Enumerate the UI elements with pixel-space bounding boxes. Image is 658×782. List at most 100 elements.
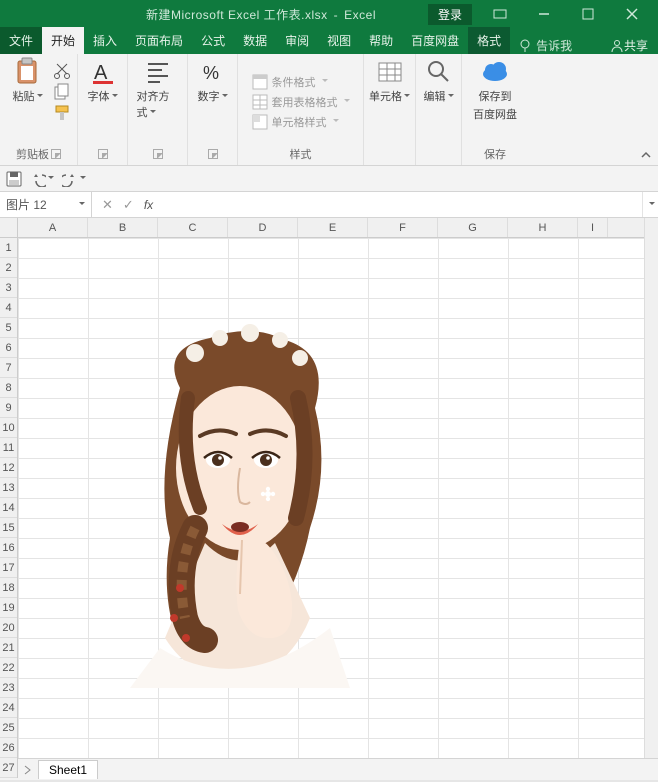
format-painter-icon[interactable] [53,104,71,122]
collapse-ribbon-button[interactable] [640,149,652,161]
person-icon [610,39,624,53]
tab-review[interactable]: 审阅 [276,27,318,54]
tab-home[interactable]: 开始 [42,27,84,54]
box-icon [493,7,507,21]
row-header[interactable]: 15 [0,518,17,538]
font-button[interactable]: A 字体 [82,58,124,104]
next-sheet-icon[interactable] [22,765,32,775]
col-header[interactable]: E [298,218,368,237]
paste-button[interactable]: 粘贴 [7,58,49,104]
row-header[interactable]: 5 [0,318,17,338]
font-icon: A [90,59,116,85]
number-launcher[interactable] [208,149,218,159]
row-header[interactable]: 13 [0,478,17,498]
col-header[interactable]: I [578,218,608,237]
tab-formulas[interactable]: 公式 [192,27,234,54]
group-alignment: 对齐方式 [128,54,188,165]
select-all-corner[interactable] [0,218,18,238]
chevron-down-icon [79,202,85,208]
ribbon-display-options-button[interactable] [478,2,522,26]
group-number: % 数字 [188,54,238,165]
title-bar: 新建Microsoft Excel 工作表.xlsx-Excel 登录 [0,0,658,28]
tab-help[interactable]: 帮助 [360,27,402,54]
font-launcher[interactable] [98,149,108,159]
conditional-formatting-button[interactable]: 条件格式 [250,73,352,91]
tab-file[interactable]: 文件 [0,27,42,54]
row-header[interactable]: 11 [0,438,17,458]
find-icon [426,59,452,85]
tab-baidu[interactable]: 百度网盘 [402,27,468,54]
tab-view[interactable]: 视图 [318,27,360,54]
col-header[interactable]: B [88,218,158,237]
row-header[interactable]: 10 [0,418,17,438]
fx-button[interactable]: fx [144,198,153,212]
share-button[interactable]: 共享 [600,37,658,54]
row-header[interactable]: 24 [0,698,17,718]
embedded-picture[interactable] [100,318,380,688]
row-header[interactable]: 21 [0,638,17,658]
col-header[interactable]: G [438,218,508,237]
col-header[interactable]: F [368,218,438,237]
row-header[interactable]: 22 [0,658,17,678]
vertical-scrollbar[interactable] [644,218,658,758]
cell-styles-button[interactable]: 单元格样式 [250,113,352,131]
align-launcher[interactable] [153,149,163,159]
row-header[interactable]: 4 [0,298,17,318]
row-header[interactable]: 18 [0,578,17,598]
cells-button[interactable]: 单元格 [369,58,411,104]
row-header[interactable]: 25 [0,718,17,738]
row-header[interactable]: 20 [0,618,17,638]
row-header[interactable]: 8 [0,378,17,398]
alignment-button[interactable]: 对齐方式 [137,58,179,120]
copy-icon[interactable] [53,83,71,101]
row-header[interactable]: 16 [0,538,17,558]
redo-button[interactable] [62,171,86,187]
clipboard-launcher[interactable] [51,149,61,159]
row-header[interactable]: 6 [0,338,17,358]
number-button[interactable]: % 数字 [192,58,234,104]
tell-me[interactable]: 告诉我 [510,37,580,54]
row-header[interactable]: 14 [0,498,17,518]
close-button[interactable] [610,2,654,26]
row-header[interactable]: 19 [0,598,17,618]
tab-pagelayout[interactable]: 页面布局 [126,27,192,54]
group-save: 保存到 百度网盘 保存 [462,54,528,165]
row-header[interactable]: 27 [0,758,17,778]
row-header[interactable]: 23 [0,678,17,698]
minimize-button[interactable] [522,2,566,26]
col-header[interactable]: H [508,218,578,237]
row-header[interactable]: 2 [0,258,17,278]
sheet-tab[interactable]: Sheet1 [38,760,98,779]
column-headers: A B C D E F G H I [18,218,644,238]
enter-formula-button[interactable]: ✓ [123,197,134,213]
login-button[interactable]: 登录 [428,4,472,25]
cancel-formula-button[interactable]: ✕ [102,197,113,213]
col-header[interactable]: C [158,218,228,237]
maximize-button[interactable] [566,2,610,26]
row-header[interactable]: 17 [0,558,17,578]
tab-data[interactable]: 数据 [234,27,276,54]
col-header[interactable]: A [18,218,88,237]
tab-format[interactable]: 格式 [468,27,510,54]
row-header[interactable]: 9 [0,398,17,418]
save-icon[interactable] [6,171,22,187]
save-to-baidu-button[interactable]: 保存到 百度网盘 [467,58,523,122]
undo-button[interactable] [30,171,54,187]
group-editing: 编辑 [416,54,462,165]
spreadsheet-grid[interactable]: A B C D E F G H I 1234567891011121314151… [0,218,658,758]
tab-insert[interactable]: 插入 [84,27,126,54]
lightbulb-icon [518,39,532,53]
portrait-image-icon [100,318,380,688]
row-header[interactable]: 7 [0,358,17,378]
name-box[interactable]: 图片 12 [0,192,92,217]
row-header[interactable]: 12 [0,458,17,478]
row-header[interactable]: 26 [0,738,17,758]
editing-button[interactable]: 编辑 [418,58,460,104]
row-header[interactable]: 1 [0,238,17,258]
col-header[interactable]: D [228,218,298,237]
row-header[interactable]: 3 [0,278,17,298]
cut-icon[interactable] [53,62,71,80]
expand-formula-bar-button[interactable] [642,192,658,217]
formula-input[interactable] [163,192,642,217]
format-as-table-button[interactable]: 套用表格格式 [250,93,352,111]
